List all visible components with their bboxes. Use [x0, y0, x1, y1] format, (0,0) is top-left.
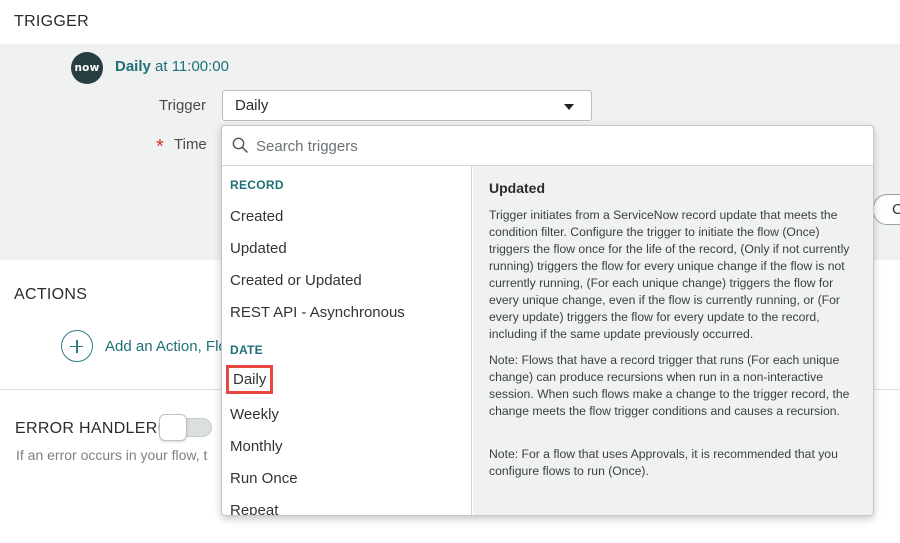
description-title: Updated — [489, 180, 545, 196]
trigger-search-row — [222, 126, 873, 166]
group-header-date: DATE — [230, 343, 263, 357]
trigger-search-input[interactable] — [256, 135, 856, 157]
trigger-select-value: Daily — [235, 97, 269, 114]
time-field-label: Time — [174, 136, 207, 153]
time-action-button-label: C — [892, 201, 900, 218]
search-icon — [232, 137, 248, 153]
time-action-button[interactable]: C — [873, 194, 900, 225]
trigger-option-updated[interactable]: Updated — [230, 240, 287, 257]
trigger-dropdown: RECORD Created Updated Created or Update… — [221, 125, 874, 516]
error-handler-title: ERROR HANDLER — [15, 420, 158, 437]
trigger-option-run-once[interactable]: Run Once — [230, 470, 298, 487]
group-header-record: RECORD — [230, 178, 284, 192]
error-handler-description: If an error occurs in your flow, t — [16, 447, 208, 463]
trigger-summary-time: at 11:00:00 — [150, 58, 229, 75]
trigger-summary[interactable]: Daily at 11:00:00 — [115, 58, 229, 75]
required-marker: * — [156, 136, 164, 158]
trigger-option-repeat[interactable]: Repeat — [230, 502, 278, 515]
chevron-down-icon — [564, 104, 574, 110]
servicenow-logo: now — [71, 52, 103, 84]
actions-section-title: ACTIONS — [14, 286, 88, 303]
trigger-summary-name: Daily — [115, 58, 151, 75]
trigger-description-pane: Updated Trigger initiates from a Service… — [473, 166, 873, 515]
description-paragraph: Trigger initiates from a ServiceNow reco… — [489, 208, 850, 341]
trigger-option-rest-api-async[interactable]: REST API - Asynchronous — [230, 304, 405, 321]
trigger-option-created-or-updated[interactable]: Created or Updated — [230, 272, 362, 289]
trigger-select[interactable]: Daily — [222, 90, 592, 121]
trigger-option-weekly[interactable]: Weekly — [230, 406, 279, 423]
trigger-option-created[interactable]: Created — [230, 208, 283, 225]
trigger-field-label: Trigger — [159, 97, 206, 114]
trigger-option-monthly[interactable]: Monthly — [230, 438, 283, 455]
description-note-approvals: Note: For a flow that uses Approvals, it… — [489, 447, 838, 478]
toggle-knob — [159, 414, 187, 441]
description-note-recursion: Note: Flows that have a record trigger t… — [489, 353, 850, 418]
plus-circle-icon[interactable] — [61, 330, 93, 362]
trigger-list: RECORD Created Updated Created or Update… — [222, 166, 472, 515]
error-handler-toggle[interactable] — [158, 414, 212, 441]
trigger-section-title: TRIGGER — [14, 13, 89, 30]
add-action-link[interactable]: Add an Action, Flo — [105, 338, 227, 355]
trigger-option-daily[interactable]: Daily — [226, 365, 274, 394]
